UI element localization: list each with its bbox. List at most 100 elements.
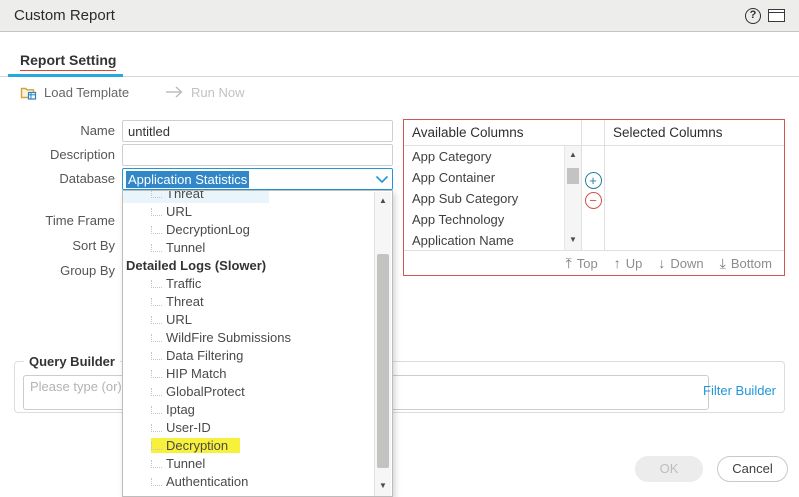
run-now-button[interactable]: Run Now — [165, 85, 244, 100]
column-order-toolbar: ⤒ Top ↑ Up ↓ Down ⤓ Bottom — [404, 250, 784, 275]
tree-connector-icon — [151, 442, 162, 450]
description-input[interactable] — [122, 144, 393, 166]
database-option-list: Threat URL DecryptionLog — [123, 190, 374, 491]
selected-columns-header: Selected Columns — [604, 120, 784, 146]
ok-button[interactable]: OK — [635, 456, 703, 482]
move-down-icon: ↓ — [658, 255, 665, 271]
scrollbar-thumb[interactable] — [377, 254, 389, 468]
database-option[interactable]: URL — [123, 311, 374, 329]
tree-connector-icon — [151, 226, 162, 234]
tree-connector-icon — [151, 424, 162, 432]
filter-builder-link[interactable]: Filter Builder — [703, 383, 776, 398]
database-option[interactable]: Tunnel — [123, 455, 374, 473]
load-template-label: Load Template — [44, 85, 129, 100]
tree-connector-icon — [151, 478, 162, 486]
chevron-down-icon — [375, 175, 389, 184]
database-option[interactable]: Authentication — [123, 473, 374, 491]
run-arrow-icon — [165, 86, 184, 98]
query-builder-legend: Query Builder — [24, 354, 120, 369]
scroll-up-icon[interactable]: ▲ — [375, 193, 391, 209]
add-column-button[interactable]: + — [585, 172, 602, 189]
available-columns-list: App Category App Container App Sub Categ… — [404, 146, 582, 250]
help-icon[interactable]: ? — [745, 8, 761, 24]
move-bottom-icon: ⤓ — [720, 255, 726, 272]
database-option[interactable]: Data Filtering — [123, 347, 374, 365]
database-option[interactable]: Iptag — [123, 401, 374, 419]
tree-connector-icon — [151, 460, 162, 468]
tree-connector-icon — [151, 334, 162, 342]
tree-connector-icon — [151, 244, 162, 252]
database-option[interactable]: Threat — [123, 190, 374, 203]
selected-columns-list — [604, 146, 784, 250]
database-option[interactable]: DecryptionLog — [123, 221, 374, 239]
columns-panel: Available Columns Selected Columns App C… — [403, 119, 785, 276]
database-option[interactable]: Traffic — [123, 275, 374, 293]
scroll-up-icon[interactable]: ▲ — [565, 147, 581, 163]
database-option[interactable]: Threat — [123, 293, 374, 311]
available-columns-header: Available Columns — [404, 120, 582, 146]
database-dropdown-popup: Threat URL DecryptionLog — [122, 190, 393, 497]
move-bottom-button[interactable]: ⤓ Bottom — [720, 255, 772, 272]
name-label: Name — [80, 122, 115, 140]
columns-transfer-controls: + − — [582, 146, 604, 250]
scroll-down-icon[interactable]: ▼ — [375, 478, 391, 494]
tree-connector-icon — [151, 280, 162, 288]
tab-label: Report Setting — [20, 52, 116, 71]
action-bar: Load Template Run Now — [0, 77, 799, 107]
remove-column-button[interactable]: − — [585, 192, 602, 209]
database-option[interactable]: User-ID — [123, 419, 374, 437]
tab-report-setting[interactable]: Report Setting — [8, 52, 123, 76]
tree-connector-icon — [151, 406, 162, 414]
tree-connector-icon — [151, 352, 162, 360]
cancel-button[interactable]: Cancel — [717, 456, 788, 482]
sort-by-label: Sort By — [72, 237, 115, 255]
tab-bar: Report Setting — [0, 32, 799, 77]
available-column-item[interactable]: App Category — [404, 146, 581, 167]
move-top-icon: ⤒ — [566, 255, 572, 272]
database-option[interactable]: Tunnel — [123, 239, 374, 257]
database-selected-value: Application Statistics — [126, 171, 249, 188]
available-column-item[interactable]: App Sub Category — [404, 188, 581, 209]
database-option[interactable]: WildFire Submissions — [123, 329, 374, 347]
load-template-button[interactable]: Load Template — [20, 85, 129, 100]
tree-connector-icon — [151, 370, 162, 378]
move-top-label: Top — [577, 256, 598, 271]
move-up-label: Up — [626, 256, 643, 271]
move-up-button[interactable]: ↑ Up — [614, 255, 643, 271]
database-option[interactable]: URL — [123, 203, 374, 221]
group-by-label: Group By — [60, 262, 115, 280]
available-column-item[interactable]: Application Name — [404, 230, 581, 250]
dialog-titlebar: Custom Report ? — [0, 0, 799, 32]
move-down-label: Down — [670, 256, 703, 271]
available-column-item[interactable]: App Technology — [404, 209, 581, 230]
database-select[interactable]: Application Statistics — [122, 168, 393, 190]
database-option[interactable]: HIP Match — [123, 365, 374, 383]
folder-template-icon — [20, 85, 37, 100]
available-columns-scrollbar[interactable]: ▲ ▼ — [564, 146, 581, 250]
database-option[interactable]: Decryption — [123, 437, 374, 455]
window-icon[interactable] — [768, 9, 785, 22]
tree-connector-icon — [151, 298, 162, 306]
move-bottom-label: Bottom — [731, 256, 772, 271]
report-setting-panel: Name Description Database Time Frame Sor… — [0, 107, 799, 497]
move-down-button[interactable]: ↓ Down — [658, 255, 703, 271]
tree-connector-icon — [151, 208, 162, 216]
available-column-item[interactable]: App Container — [404, 167, 581, 188]
page-title: Custom Report — [14, 7, 745, 24]
tree-connector-icon — [151, 190, 162, 198]
scrollbar-thumb[interactable] — [567, 168, 579, 184]
tree-connector-icon — [151, 316, 162, 324]
description-label: Description — [50, 146, 115, 164]
scroll-down-icon[interactable]: ▼ — [565, 232, 581, 248]
name-input[interactable] — [122, 120, 393, 142]
database-label: Database — [59, 170, 115, 188]
active-tab-indicator — [8, 74, 123, 77]
move-top-button[interactable]: ⤒ Top — [566, 255, 598, 272]
time-frame-label: Time Frame — [45, 212, 115, 230]
database-option[interactable]: GlobalProtect — [123, 383, 374, 401]
columns-panel-middle-top — [582, 120, 604, 146]
database-option[interactable]: Detailed Logs (Slower) — [123, 257, 374, 275]
dropdown-scrollbar[interactable]: ▲ ▼ — [374, 192, 391, 496]
tree-connector-icon — [151, 388, 162, 396]
move-up-icon: ↑ — [614, 255, 621, 271]
